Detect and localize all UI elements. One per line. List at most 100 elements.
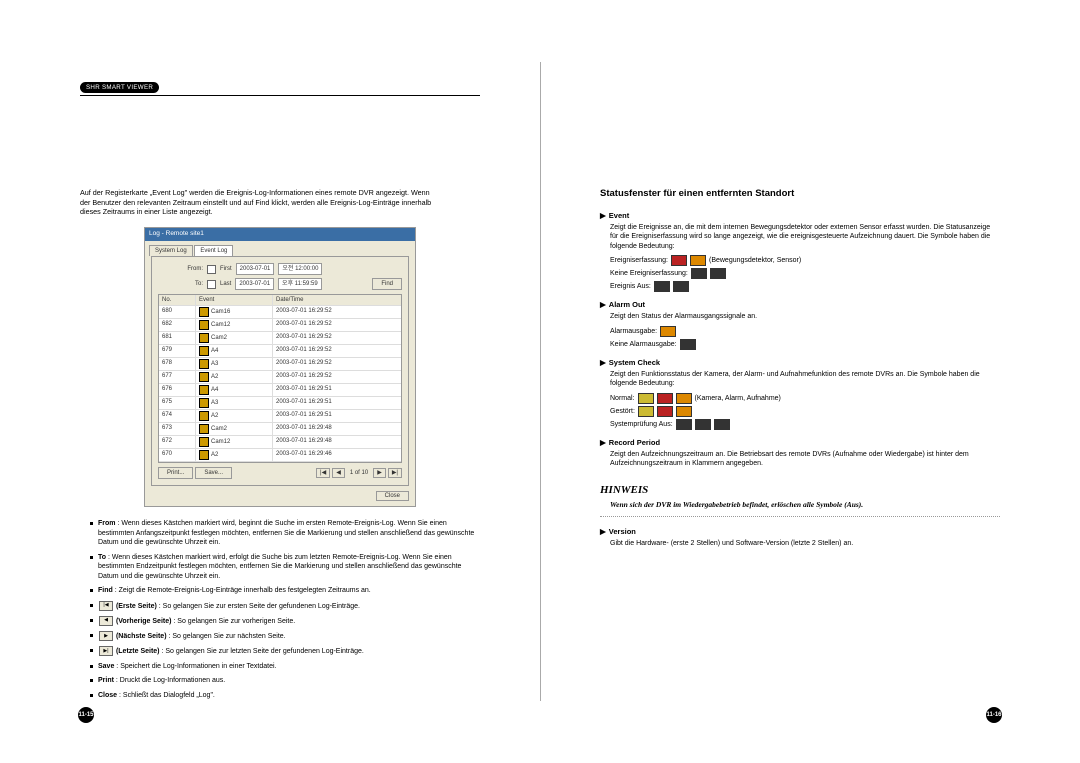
camera-ok-icon	[638, 393, 654, 404]
table-row[interactable]: 682Cam122003-07-01 16:29:52	[159, 319, 401, 332]
table-row[interactable]: 675A32003-07-01 16:29:51	[159, 397, 401, 410]
camera-fault-icon	[638, 406, 654, 417]
syscheck-desc: Zeigt den Funktionsstatus der Kamera, de…	[610, 370, 1000, 389]
to-date[interactable]: 2003-07-01	[235, 278, 274, 290]
col-datetime: Date/Time	[273, 295, 401, 305]
alarm-line2: Keine Alarmausgabe:	[610, 339, 1000, 350]
sensor-off-icon	[673, 281, 689, 292]
record-off-icon	[714, 419, 730, 430]
first-label: First	[220, 265, 232, 273]
header-bar: SHR SMART VIEWER	[80, 82, 480, 96]
syscheck-heading: ▶System Check	[600, 358, 1000, 368]
version-heading: ▶Version	[600, 527, 1000, 537]
nav-icon: |◀	[99, 601, 113, 611]
nav-icon: ◀	[99, 616, 113, 626]
last-label: Last	[220, 280, 231, 288]
event-desc: Zeigt die Ereignisse an, die mit dem int…	[610, 223, 1000, 251]
to-label: To:	[158, 280, 203, 288]
table-row[interactable]: 674A22003-07-01 16:29:51	[159, 410, 401, 423]
bullet-item: Find : Zeigt die Remote-Ereignis-Log-Ein…	[90, 586, 480, 595]
nav-icon: ▶|	[99, 646, 113, 656]
alarm-sys-off-icon	[695, 419, 711, 430]
section-title: Statusfenster für einen entfernten Stand…	[600, 188, 1000, 201]
syscheck-line3: Systemprüfung Aus:	[610, 419, 1000, 430]
record-desc: Zeigt den Aufzeichnungszeitraum an. Die …	[610, 450, 1000, 469]
next-page-button[interactable]: ▶	[373, 468, 386, 478]
table-row[interactable]: 676A42003-07-01 16:29:51	[159, 384, 401, 397]
alarm-off-icon	[680, 339, 696, 350]
syscheck-line1: Normal: (Kamera, Alarm, Aufnahme)	[610, 393, 1000, 404]
event-heading: ▶Event	[600, 211, 1000, 221]
table-row[interactable]: 670A22003-07-01 16:29:46	[159, 449, 401, 462]
motion-detected-icon	[671, 255, 687, 266]
event-icon	[199, 307, 209, 317]
event-icon	[199, 359, 209, 369]
event-line2: Keine Ereigniserfassung:	[610, 268, 1000, 279]
from-time[interactable]: 오전 12:00:00	[278, 263, 322, 275]
page-number-left: 11-15	[78, 707, 94, 723]
table-row[interactable]: 673Cam22003-07-01 16:29:48	[159, 423, 401, 436]
prev-page-button[interactable]: ◀	[332, 468, 345, 478]
motion-off-icon	[654, 281, 670, 292]
hinweis-text: Wenn sich der DVR im Wiedergabebetrieb b…	[610, 500, 1000, 510]
table-row[interactable]: 678A32003-07-01 16:29:52	[159, 358, 401, 371]
from-row: From: First 2003-07-01 오전 12:00:00	[158, 263, 402, 275]
table-row[interactable]: 679A42003-07-01 16:29:52	[159, 345, 401, 358]
save-button[interactable]: Save...	[195, 467, 232, 479]
bullet-item: Save : Speichert die Log-Informationen i…	[90, 662, 480, 671]
bullet-item: ▶ (Nächste Seite) : So gelangen Sie zur …	[90, 631, 480, 641]
alarm-desc: Zeigt den Status der Alarmausgangssignal…	[610, 312, 1000, 321]
header-badge: SHR SMART VIEWER	[80, 82, 159, 93]
sensor-detected-icon	[690, 255, 706, 266]
tab-system-log[interactable]: System Log	[149, 245, 193, 256]
to-row: To: Last 2003-07-01 오후 11:59:59 Find	[158, 278, 402, 290]
hinweis-label: HINWEIS	[600, 483, 1000, 498]
intro-text: Auf der Registerkarte „Event Log" werden…	[80, 188, 440, 217]
sensor-idle-icon	[710, 268, 726, 279]
event-icon	[199, 320, 209, 330]
log-dialog: Log - Remote site1 System Log Event Log …	[144, 227, 416, 507]
log-grid: No. Event Date/Time 680Cam162003-07-01 1…	[158, 294, 402, 463]
version-desc: Gibt die Hardware- (erste 2 Stellen) und…	[610, 539, 1000, 548]
grid-header: No. Event Date/Time	[159, 295, 401, 306]
table-row[interactable]: 672Cam122003-07-01 16:29:48	[159, 436, 401, 449]
table-row[interactable]: 681Cam22003-07-01 16:29:52	[159, 332, 401, 345]
first-page-button[interactable]: |◀	[316, 468, 330, 478]
event-icon	[199, 346, 209, 356]
last-checkbox[interactable]	[207, 280, 216, 289]
from-label: From:	[158, 265, 203, 273]
right-content: Statusfenster für einen entfernten Stand…	[600, 188, 1000, 548]
col-no: No.	[159, 295, 196, 305]
event-icon	[199, 385, 209, 395]
first-checkbox[interactable]	[207, 265, 216, 274]
event-line3: Ereignis Aus:	[610, 281, 1000, 292]
bullet-item: |◀ (Erste Seite) : So gelangen Sie zur e…	[90, 601, 480, 611]
record-ok-icon	[676, 393, 692, 404]
print-button[interactable]: Print...	[158, 467, 193, 479]
right-page: Statusfenster für einen entfernten Stand…	[540, 0, 1080, 763]
table-row[interactable]: 677A22003-07-01 16:29:52	[159, 371, 401, 384]
alarm-line1: Alarmausgabe:	[610, 326, 1000, 337]
to-time[interactable]: 오후 11:59:59	[278, 278, 322, 290]
bullet-item: To : Wenn dieses Kästchen markiert wird,…	[90, 553, 480, 581]
event-icon	[199, 333, 209, 343]
event-icon	[199, 398, 209, 408]
page-indicator: 1 of 10	[347, 469, 371, 477]
left-content: Auf der Registerkarte „Event Log" werden…	[80, 188, 480, 700]
event-icon	[199, 424, 209, 434]
camera-off-icon	[676, 419, 692, 430]
table-row[interactable]: 680Cam162003-07-01 16:29:52	[159, 306, 401, 319]
record-fault-icon	[676, 406, 692, 417]
from-date[interactable]: 2003-07-01	[236, 263, 275, 275]
last-page-button[interactable]: ▶|	[388, 468, 402, 478]
record-heading: ▶Record Period	[600, 438, 1000, 448]
tab-event-log[interactable]: Event Log	[194, 245, 233, 256]
left-page: SHR SMART VIEWER Auf der Registerkarte „…	[0, 0, 540, 763]
nav-icon: ▶	[99, 631, 113, 641]
find-button[interactable]: Find	[372, 278, 402, 290]
motion-idle-icon	[691, 268, 707, 279]
event-icon	[199, 411, 209, 421]
bullets-list: From : Wenn dieses Kästchen markiert wir…	[80, 519, 480, 700]
bullet-item: Print : Druckt die Log-Informationen aus…	[90, 676, 480, 685]
close-button[interactable]: Close	[376, 491, 409, 501]
